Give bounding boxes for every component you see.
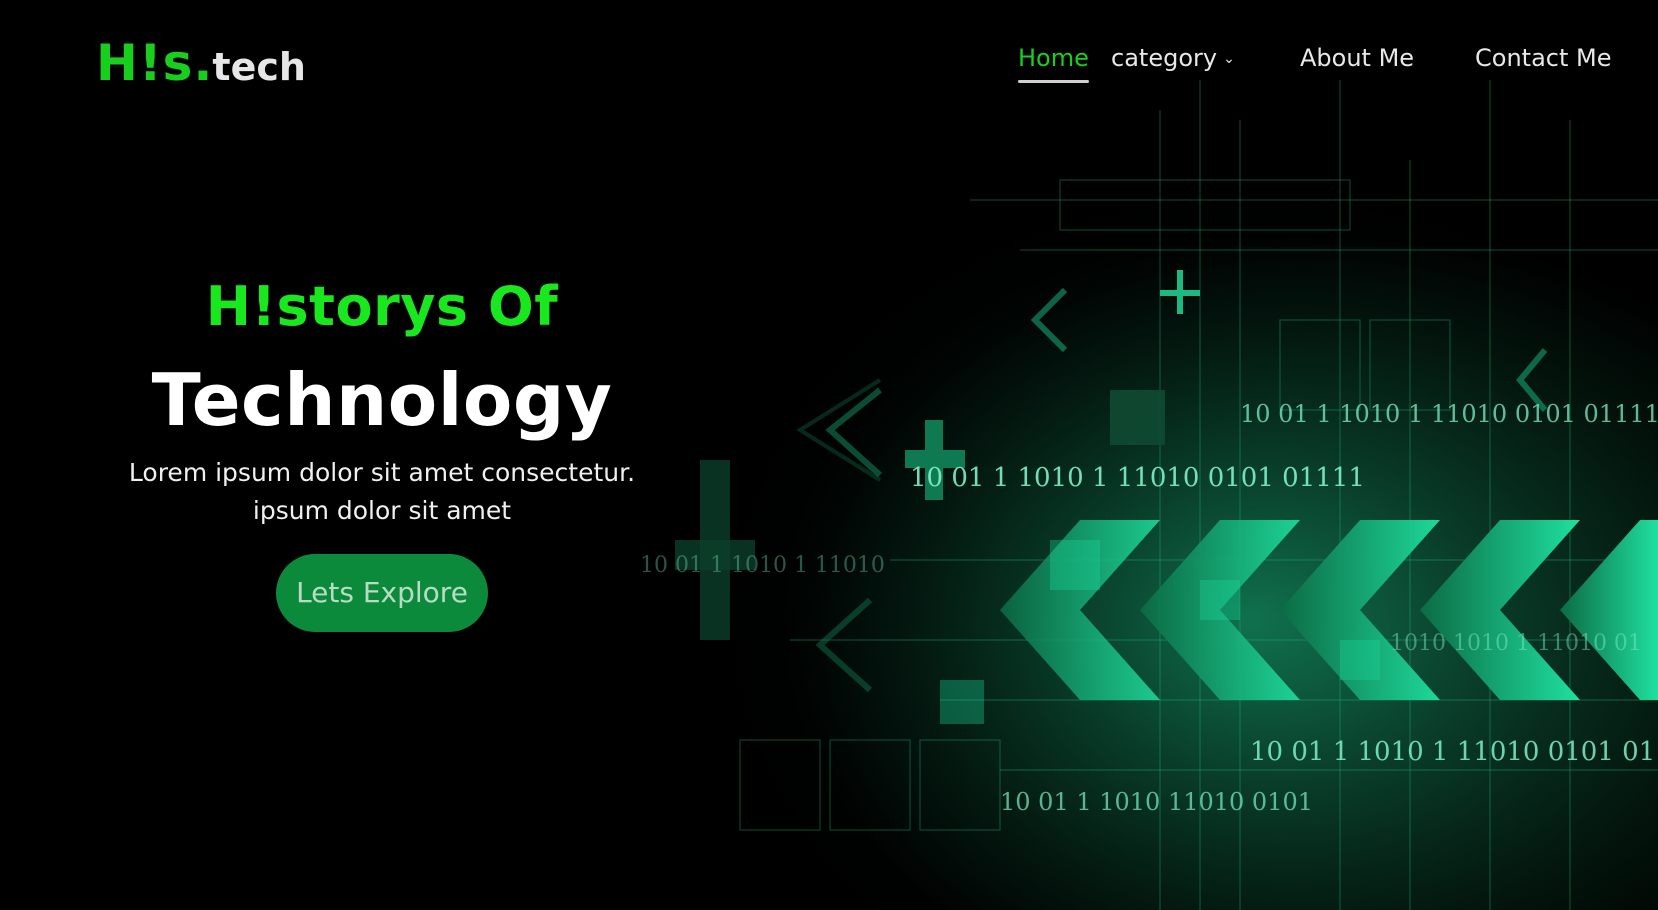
nav-contact-me[interactable]: Contact Me [1475, 44, 1611, 72]
binary-row: 10 01 1 1010 1 11010 0101 01111 010010 [1240, 400, 1658, 428]
nav-home[interactable]: Home [1018, 44, 1089, 83]
hero-section: 10 01 1 1010 1 11010 0101 01111 010010 1… [0, 0, 1658, 910]
hero-description-line2: ipsum dolor sit amet [252, 496, 512, 525]
top-navigation: H!s.tech Home category ⌄ About Me Contact… [0, 0, 1658, 130]
chevron-down-icon: ⌄ [1223, 51, 1235, 67]
logo-mark: H!s [96, 34, 194, 92]
hero-kicker: H!storys Of [205, 275, 559, 338]
logo-wordmark: tech [212, 45, 306, 89]
nav-category[interactable]: category ⌄ [1111, 44, 1235, 72]
hero-title: Technology [151, 358, 613, 442]
nav-category-label: category [1111, 44, 1218, 72]
binary-row: 10 01 1 1010 1 11010 0101 01111 01001 [1250, 737, 1658, 767]
nav-about-me[interactable]: About Me [1300, 44, 1414, 72]
logo-dot: . [193, 34, 213, 92]
circuit-arrows-illustration: 10 01 1 1010 1 11010 0101 01111 010010 1… [640, 80, 1658, 910]
binary-row: 10 01 1 1010 11010 0101 [1000, 788, 1313, 816]
hero-copy: H!storys Of Technology Lorem ipsum dolor… [84, 280, 680, 632]
hero-description: Lorem ipsum dolor sit amet consectetur. … [84, 454, 680, 530]
site-logo[interactable]: H!s.tech [96, 34, 306, 92]
binary-row: 1010 1010 1 11010 01 [1390, 631, 1642, 656]
lets-explore-button[interactable]: Lets Explore [276, 554, 488, 632]
binary-row: 10 01 1 1010 1 11010 0101 01111 [910, 463, 1365, 493]
hero-description-line1: Lorem ipsum dolor sit amet consectetur. [128, 458, 636, 487]
